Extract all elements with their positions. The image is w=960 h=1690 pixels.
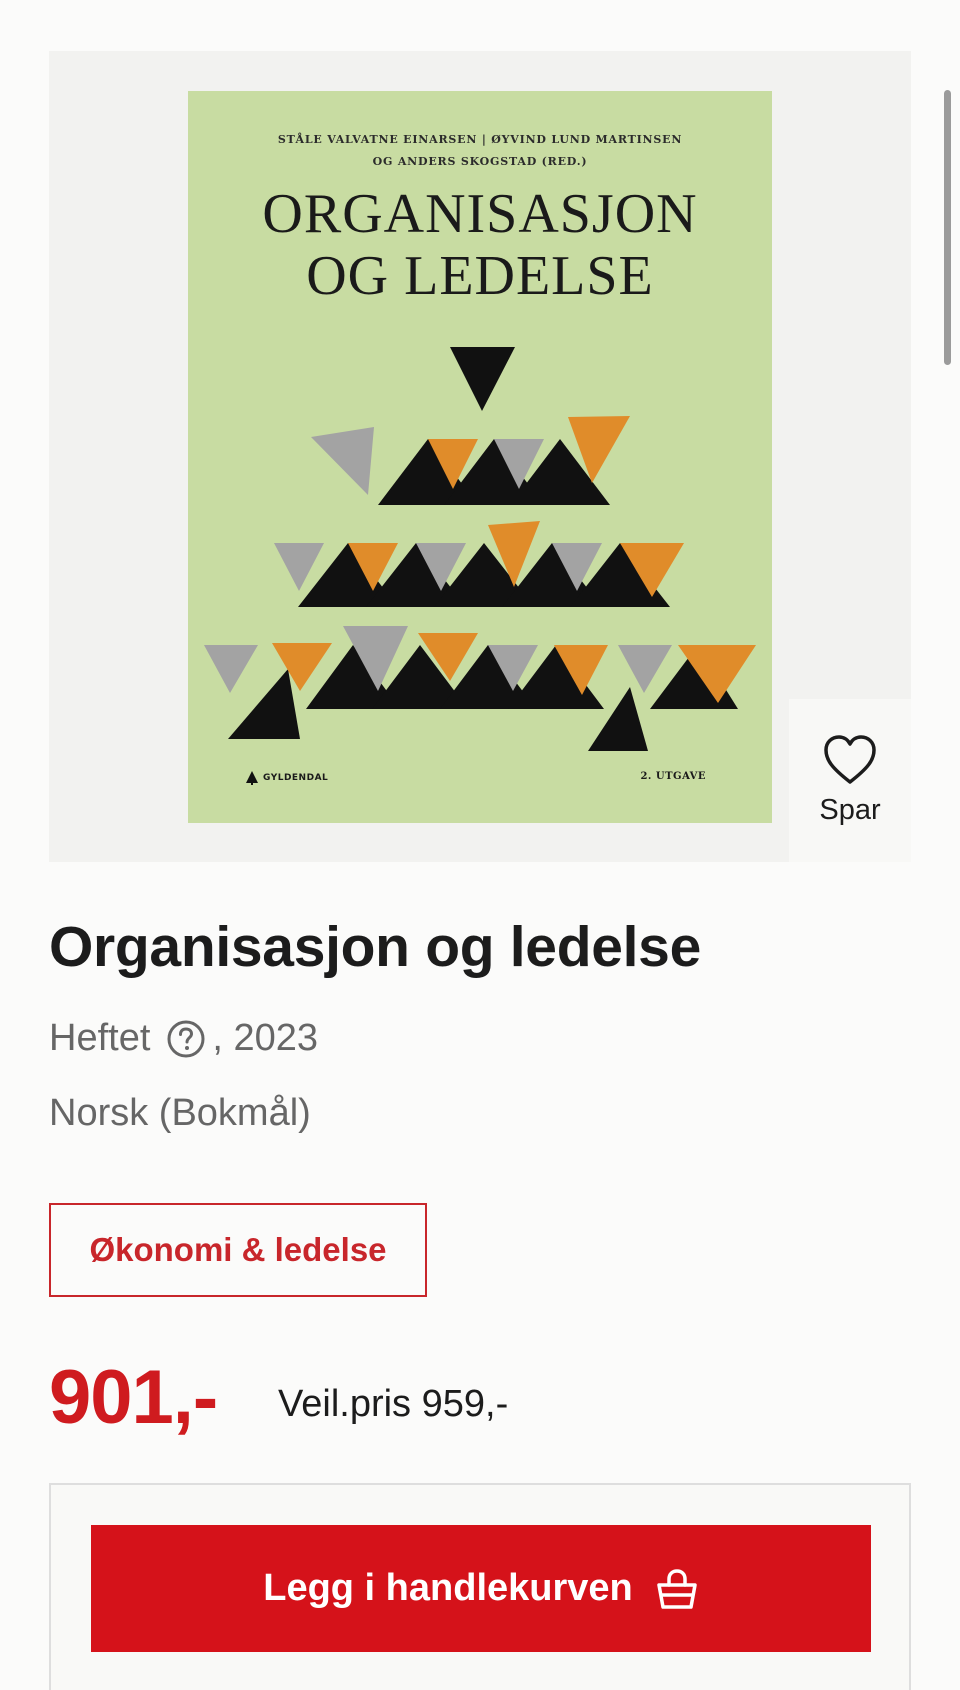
publication-year: , 2023 [212, 1017, 319, 1059]
list-price: Veil.pris 959,- [278, 1383, 509, 1425]
format-line: Heftet , 2023 [49, 1017, 318, 1060]
scrollbar[interactable] [944, 90, 951, 365]
basket-icon [657, 1568, 697, 1609]
question-circle-icon[interactable] [166, 1019, 206, 1059]
heart-icon [824, 735, 876, 784]
category-tag-button[interactable]: Økonomi & ledelse [49, 1203, 427, 1297]
cover-authors: STÅLE VALVATNE EINARSEN | ØYVIND LUND MA… [277, 133, 683, 168]
add-to-cart-button[interactable]: Legg i handlekurven [91, 1525, 871, 1652]
cover-title: ORGANISASJON OG LEDELSE [262, 183, 698, 307]
publisher-tree-icon [246, 771, 258, 785]
price: 901,- [49, 1355, 218, 1440]
product-title: Organisasjon og ledelse [49, 915, 701, 979]
product-image-panel: STÅLE VALVATNE EINARSEN | ØYVIND LUND MA… [49, 51, 911, 862]
product-page: STÅLE VALVATNE EINARSEN | ØYVIND LUND MA… [0, 0, 960, 1690]
buy-panel: Legg i handlekurven [49, 1483, 911, 1690]
language-label: Norsk (Bokmål) [49, 1092, 311, 1134]
format-label: Heftet [49, 1017, 151, 1059]
add-to-cart-label: Legg i handlekurven [263, 1567, 633, 1609]
book-cover-image[interactable]: STÅLE VALVATNE EINARSEN | ØYVIND LUND MA… [188, 91, 772, 823]
save-favorite-button[interactable]: Spar [789, 699, 911, 862]
cover-publisher: GYLDENDAL [246, 771, 328, 785]
save-label: Spar [819, 794, 881, 826]
cover-edition: 2. UTGAVE [640, 771, 706, 782]
